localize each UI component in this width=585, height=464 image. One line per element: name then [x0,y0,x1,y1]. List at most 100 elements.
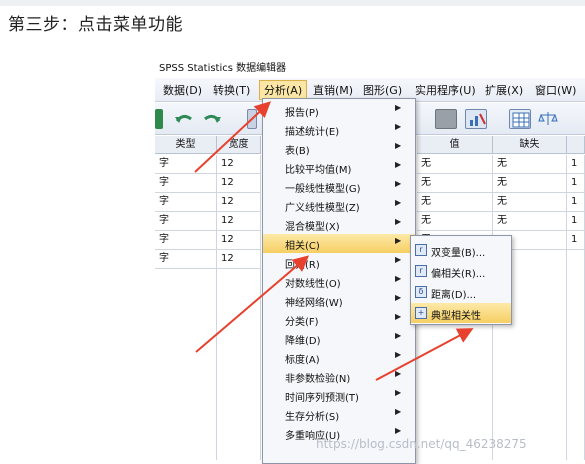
menu-item-label: 回归(R) [285,260,320,271]
submenu-arrow-icon: ▶ [395,217,402,226]
distance-icon: δ [415,286,427,298]
cell[interactable]: 无 [417,174,493,193]
submenu-arrow-icon: ▶ [395,160,402,169]
cell[interactable]: 12 [217,212,261,231]
menu-item-scale[interactable]: 标度(A) ▶ [263,348,415,367]
menu-item-nonparametric[interactable]: 非参数检验(N) ▶ [263,367,415,386]
menu-data[interactable]: 数据(D) [163,82,202,98]
submenu-item-canonical[interactable]: + 典型相关性 [411,303,511,323]
submenu-item-label: 距离(D)... [431,290,477,301]
menu-item-reports[interactable]: 报告(P) ▶ [263,101,415,120]
menu-item-label: 比较平均值(M) [285,165,352,176]
menu-transform[interactable]: 转换(T) [213,82,250,98]
correlate-submenu: r 双变量(B)... r 偏相关(R)... δ 距离(D)... + 典型相关性 [410,235,512,325]
bivariate-icon: r [415,244,427,256]
menu-item-compare-means[interactable]: 比较平均值(M) ▶ [263,158,415,177]
cell[interactable]: 1 [567,155,585,174]
empty-cell[interactable] [155,269,217,460]
menu-item-correlate[interactable]: 相关(C) ▶ [263,234,415,253]
cell[interactable]: 无 [417,155,493,174]
watermark: https://blog.csdn.net/qq_46238275 [316,437,527,451]
menu-item-dimension-reduction[interactable]: 降维(D) ▶ [263,329,415,348]
cell[interactable]: 无 [417,193,493,212]
col-header-type[interactable]: 类型 [155,136,217,154]
menu-item-classify[interactable]: 分类(F) ▶ [263,310,415,329]
submenu-arrow-icon: ▶ [395,331,402,340]
menu-item-mixed-models[interactable]: 混合模型(X) ▶ [263,215,415,234]
cell[interactable]: 12 [217,231,261,250]
submenu-arrow-icon: ▶ [395,293,402,302]
cell[interactable]: 字 [155,250,217,269]
chart-builder-icon[interactable] [465,109,487,129]
cell[interactable]: 无 [417,212,493,231]
menu-item-glm[interactable]: 一般线性模型(G) ▶ [263,177,415,196]
cell[interactable]: 字 [155,174,217,193]
menu-item-label: 降维(D) [285,336,321,347]
menu-item-label: 混合模型(X) [285,222,340,233]
cell[interactable]: 1 [567,193,585,212]
submenu-arrow-icon: ▶ [395,198,402,207]
undo-icon[interactable] [173,109,195,129]
submenu-arrow-icon: ▶ [395,369,402,378]
cell[interactable]: 字 [155,231,217,250]
cell[interactable]: 无 [493,155,567,174]
goto-icon[interactable] [247,109,257,129]
cell[interactable]: 字 [155,155,217,174]
menu-item-label: 表(B) [285,146,310,157]
open-icon[interactable] [155,109,163,129]
cell[interactable]: 字 [155,193,217,212]
menu-analyze[interactable]: 分析(A) [259,80,308,100]
submenu-arrow-icon: ▶ [395,350,402,359]
cell[interactable]: 字 [155,212,217,231]
cell[interactable]: 12 [217,155,261,174]
menu-item-generalized-linear[interactable]: 广义线性模型(Z) ▶ [263,196,415,215]
menu-utilities[interactable]: 实用程序(U) [415,82,476,98]
submenu-item-label: 典型相关性 [431,311,481,322]
empty-cell[interactable] [217,269,261,460]
menu-item-label: 分类(F) [285,317,319,328]
submenu-arrow-icon: ▶ [395,141,402,150]
submenu-item-partial[interactable]: r 偏相关(R)... [411,261,511,281]
submenu-item-distances[interactable]: δ 距离(D)... [411,282,511,302]
submenu-arrow-icon: ▶ [395,426,402,435]
menu-item-label: 相关(C) [285,241,320,252]
col-header-missing[interactable]: 缺失 [493,136,567,154]
menu-extensions[interactable]: 扩展(X) [485,82,523,98]
menu-item-loglinear[interactable]: 对数线性(O) ▶ [263,272,415,291]
submenu-item-bivariate[interactable]: r 双变量(B)... [411,240,511,260]
cell[interactable]: 无 [493,193,567,212]
col-header-values[interactable]: 值 [417,136,493,154]
analyze-dropdown-menu: 报告(P) ▶ 描述统计(E) ▶ 表(B) ▶ 比较平均值(M) ▶ 一般线性模型(G… [262,98,416,464]
menu-direct-marketing[interactable]: 直销(M) [313,82,353,98]
menu-graphs[interactable]: 图形(G) [363,82,402,98]
cell[interactable]: 1 [567,231,585,250]
menu-item-forecasting[interactable]: 时间序列预测(T) ▶ [263,386,415,405]
cell[interactable]: 1 [567,212,585,231]
col-header-next [567,136,585,154]
cell[interactable]: 无 [493,212,567,231]
menu-item-descriptive[interactable]: 描述统计(E) ▶ [263,120,415,139]
texture-icon[interactable] [435,109,457,129]
cell[interactable]: 无 [493,174,567,193]
weight-scale-icon[interactable] [537,109,559,129]
menu-item-label: 报告(P) [285,108,319,119]
col-header-width[interactable]: 宽度 [217,136,261,154]
cell[interactable]: 1 [567,174,585,193]
menu-window[interactable]: 窗口(W) [535,82,576,98]
submenu-arrow-icon: ▶ [395,407,402,416]
menu-item-tables[interactable]: 表(B) ▶ [263,139,415,158]
menu-item-neural-networks[interactable]: 神经网络(W) ▶ [263,291,415,310]
cell[interactable]: 12 [217,174,261,193]
cell[interactable]: 12 [217,193,261,212]
window-title: SPSS Statistics 数据编辑器 [159,63,287,74]
menu-item-regression[interactable]: 回归(R) ▶ [263,253,415,272]
empty-cell[interactable] [567,250,585,460]
submenu-item-label: 双变量(B)... [431,248,486,259]
table-icon[interactable] [509,109,531,129]
menu-item-label: 非参数检验(N) [285,374,351,385]
redo-icon[interactable] [201,109,223,129]
menu-item-label: 广义线性模型(Z) [285,203,360,214]
menu-item-survival[interactable]: 生存分析(S) ▶ [263,405,415,424]
partial-icon: r [415,265,427,277]
cell[interactable]: 12 [217,250,261,269]
